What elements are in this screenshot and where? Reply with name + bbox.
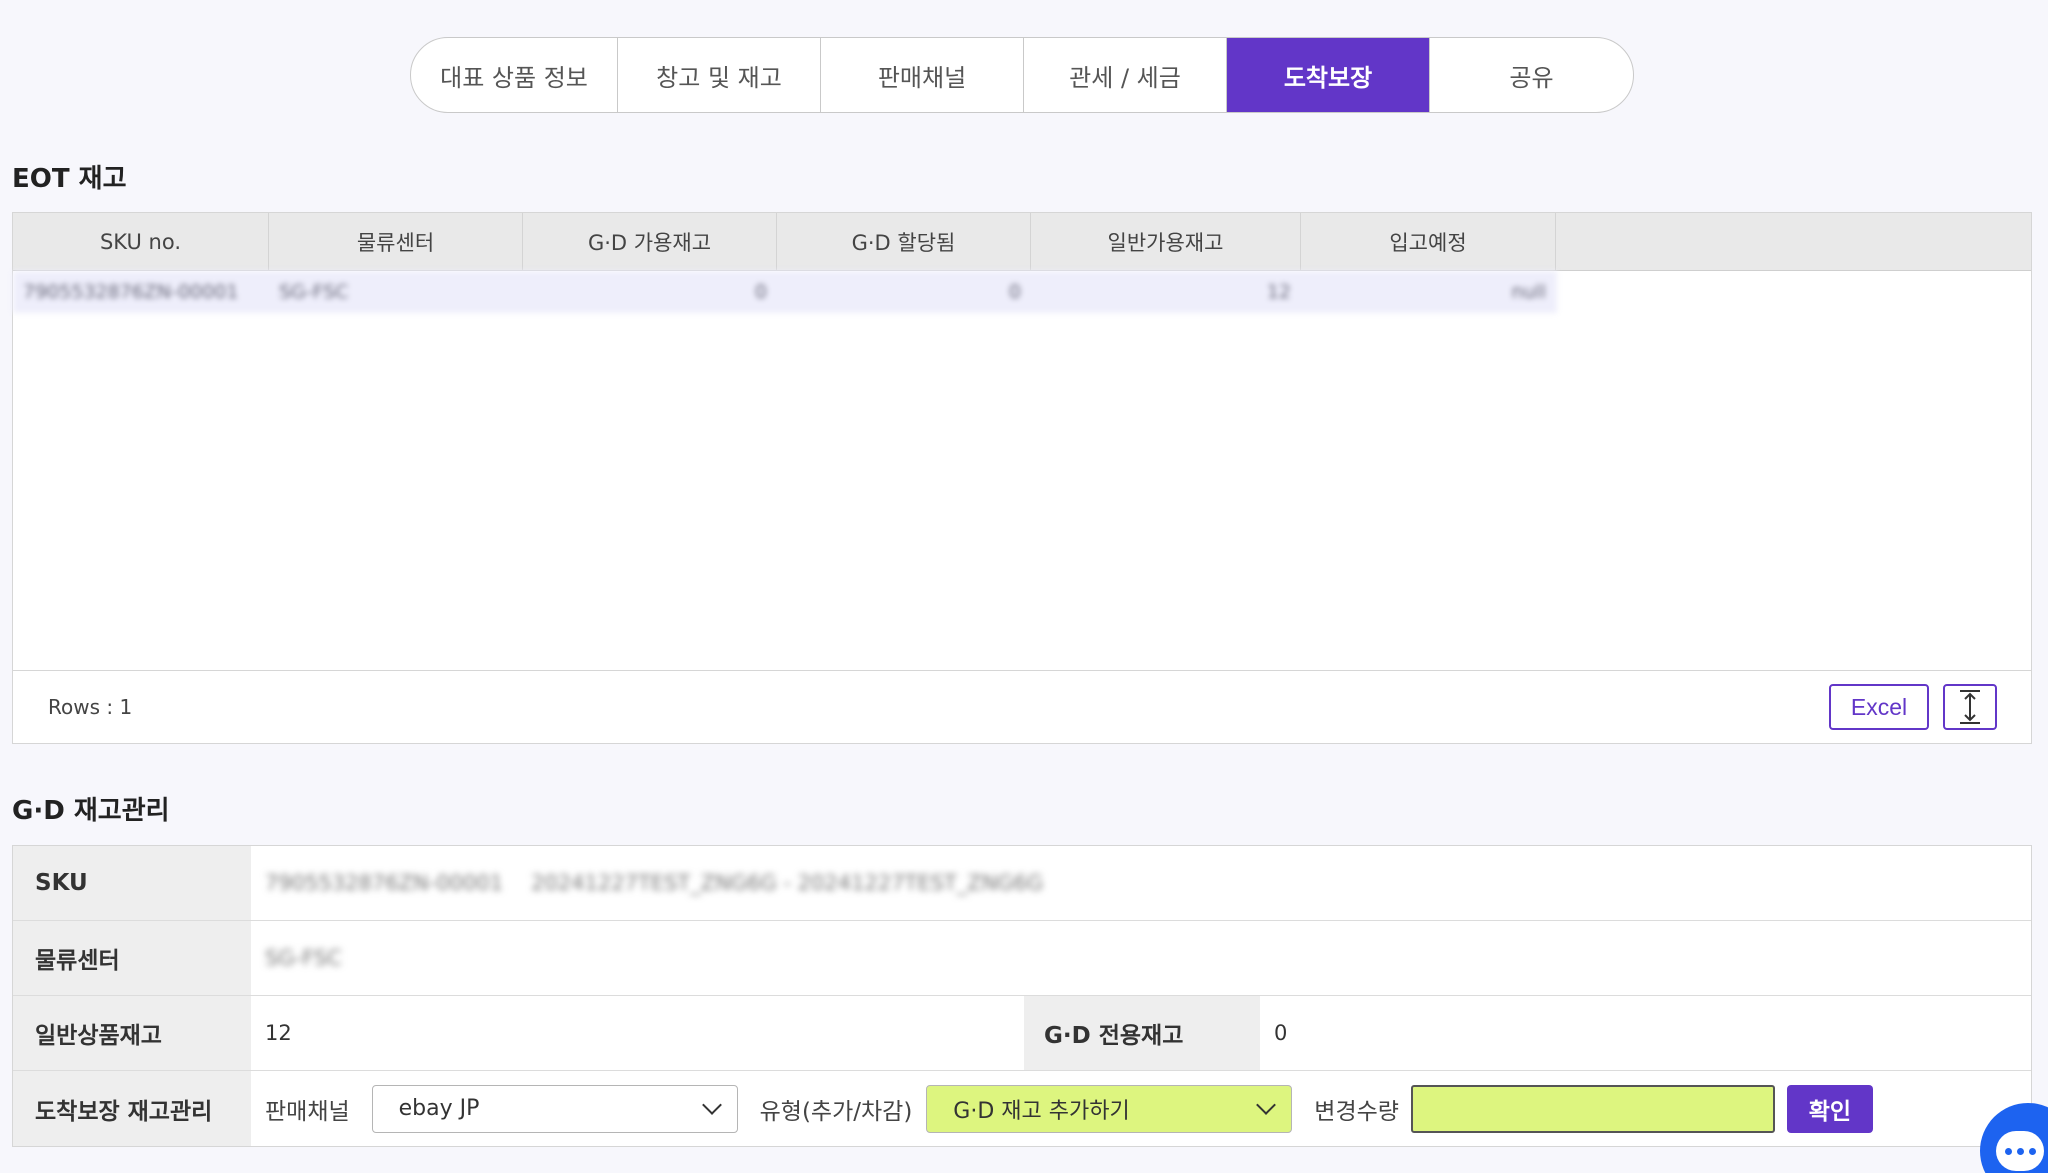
value-general-stock: 12 — [265, 1021, 292, 1045]
gd-section-title: G·D 재고관리 — [12, 796, 170, 826]
col-header-incoming[interactable]: 입고예정 — [1301, 213, 1556, 270]
cell-incoming: null — [1511, 281, 1546, 303]
row-fc: 물류센터 SG-FSC — [13, 921, 2031, 996]
grid-footer: Rows : 1 Excel — [13, 671, 2031, 743]
label-sku: SKU — [13, 846, 251, 920]
qty-input[interactable] — [1410, 1084, 1775, 1133]
chevron-down-icon — [1256, 1094, 1277, 1115]
value-fc: SG-FSC — [265, 946, 342, 970]
excel-button[interactable]: Excel — [1829, 684, 1929, 730]
manage-controls: 판매채널 ebay JP 유형(추가/차감) G·D 재고 추가하기 변경수량 … — [251, 1071, 1873, 1146]
tab-arrival-guarantee[interactable]: 도착보장 — [1227, 38, 1430, 112]
cell-sku: 7905532876ZN-00001 — [23, 281, 239, 303]
tab-bar: 대표 상품 정보 창고 및 재고 판매채널 관세 / 세금 도착보장 공유 — [410, 37, 1634, 113]
col-header-fc[interactable]: 물류센터 — [269, 213, 523, 270]
chevron-down-icon — [701, 1094, 722, 1115]
channel-select[interactable]: ebay JP — [371, 1084, 738, 1133]
qty-label: 변경수량 — [1314, 1098, 1399, 1125]
cell-gd-allocated: 0 — [1008, 281, 1021, 303]
tab-sales-channel[interactable]: 판매채널 — [821, 38, 1024, 112]
label-general-stock: 일반상품재고 — [13, 996, 251, 1070]
tab-product-info[interactable]: 대표 상품 정보 — [411, 38, 618, 112]
resize-vertical-icon — [1960, 690, 1980, 724]
type-selected: G·D 재고 추가하기 — [953, 1098, 1130, 1124]
chat-bubble-icon — [1996, 1131, 2044, 1171]
col-header-gd-allocated[interactable]: G·D 할당됨 — [777, 213, 1031, 270]
col-header-general-available[interactable]: 일반가용재고 — [1031, 213, 1301, 270]
row-stock: 일반상품재고 12 G·D 전용재고 0 — [13, 996, 2031, 1071]
cell-gd-available: 0 — [754, 281, 767, 303]
grid-body: 7905532876ZN-00001 SG-FSC 0 0 12 null — [13, 271, 2031, 671]
row-sku: SKU 7905532876ZN-00001 20241227TEST_ZNG6… — [13, 846, 2031, 921]
type-label: 유형(추가/차감) — [759, 1098, 913, 1125]
eot-stock-grid: SKU no. 물류센터 G·D 가용재고 G·D 할당됨 일반가용재고 입고예… — [12, 212, 2032, 744]
sku-code: 7905532876ZN-00001 — [265, 871, 504, 895]
value-gd-stock: 0 — [1274, 1021, 1288, 1045]
channel-selected: ebay JP — [398, 1096, 480, 1121]
sku-name: 20241227TEST_ZNG6G - 20241227TEST_ZNG6G — [531, 871, 1044, 895]
table-row[interactable]: 7905532876ZN-00001 SG-FSC 0 0 12 null — [13, 271, 1557, 313]
grid-header: SKU no. 물류센터 G·D 가용재고 G·D 할당됨 일반가용재고 입고예… — [13, 213, 2031, 271]
cell-general-available: 12 — [1266, 281, 1291, 303]
channel-label: 판매채널 — [265, 1098, 350, 1125]
label-manage: 도착보장 재고관리 — [13, 1071, 251, 1146]
col-header-gd-available[interactable]: G·D 가용재고 — [523, 213, 777, 270]
tab-share[interactable]: 공유 — [1430, 38, 1633, 112]
value-sku: 7905532876ZN-00001 20241227TEST_ZNG6G - … — [251, 846, 1043, 920]
type-select[interactable]: G·D 재고 추가하기 — [926, 1084, 1293, 1133]
cell-fc: SG-FSC — [279, 281, 349, 303]
label-fc: 물류센터 — [13, 921, 251, 995]
row-manage: 도착보장 재고관리 판매채널 ebay JP 유형(추가/차감) G·D 재고 … — [13, 1071, 2031, 1146]
col-header-sku[interactable]: SKU no. — [13, 213, 269, 270]
rows-count: Rows : 1 — [48, 695, 133, 719]
eot-section-title: EOT 재고 — [12, 164, 127, 194]
confirm-button[interactable]: 확인 — [1786, 1084, 1873, 1133]
tab-warehouse-stock[interactable]: 창고 및 재고 — [618, 38, 821, 112]
expand-height-button[interactable] — [1943, 684, 1997, 730]
gd-stock-form: SKU 7905532876ZN-00001 20241227TEST_ZNG6… — [12, 845, 2032, 1147]
label-gd-stock: G·D 전용재고 — [1024, 996, 1260, 1070]
tab-customs-tax[interactable]: 관세 / 세금 — [1024, 38, 1227, 112]
